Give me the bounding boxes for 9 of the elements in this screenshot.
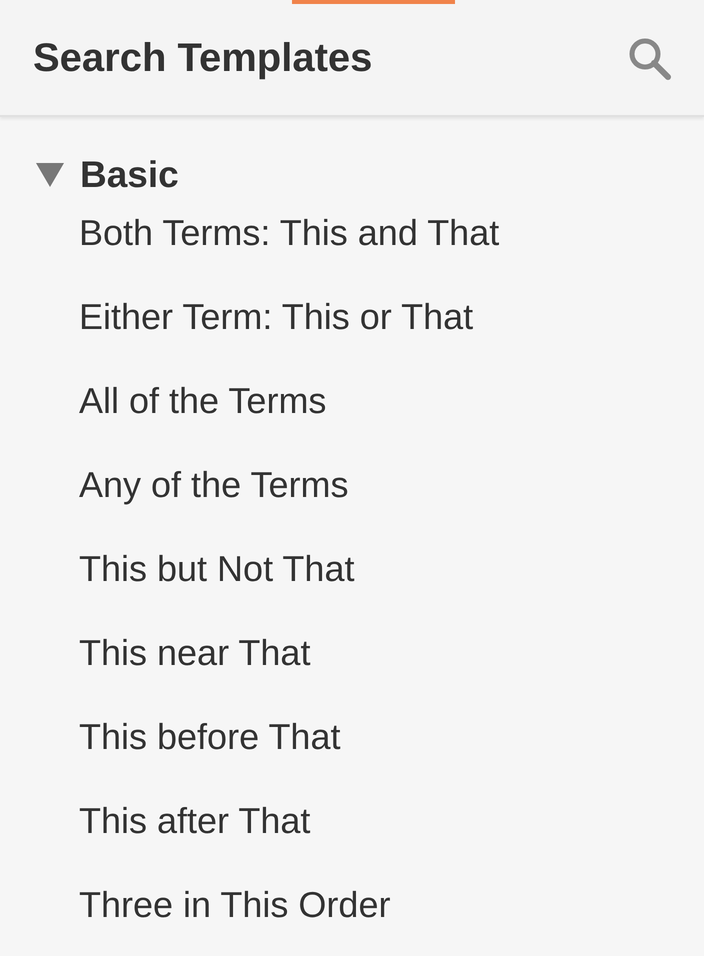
template-item[interactable]: Either Term: This or That [0, 274, 704, 358]
template-item[interactable]: This near That [0, 610, 704, 694]
template-item[interactable]: This after That [0, 778, 704, 862]
template-item[interactable]: Any of the Terms [0, 442, 704, 526]
template-item[interactable]: This but Not That [0, 526, 704, 610]
template-item[interactable]: This before That [0, 694, 704, 778]
panel-title: Search Templates [33, 34, 372, 82]
template-item[interactable]: All of the Terms [0, 358, 704, 442]
template-item[interactable]: Three in This Order [0, 862, 704, 946]
